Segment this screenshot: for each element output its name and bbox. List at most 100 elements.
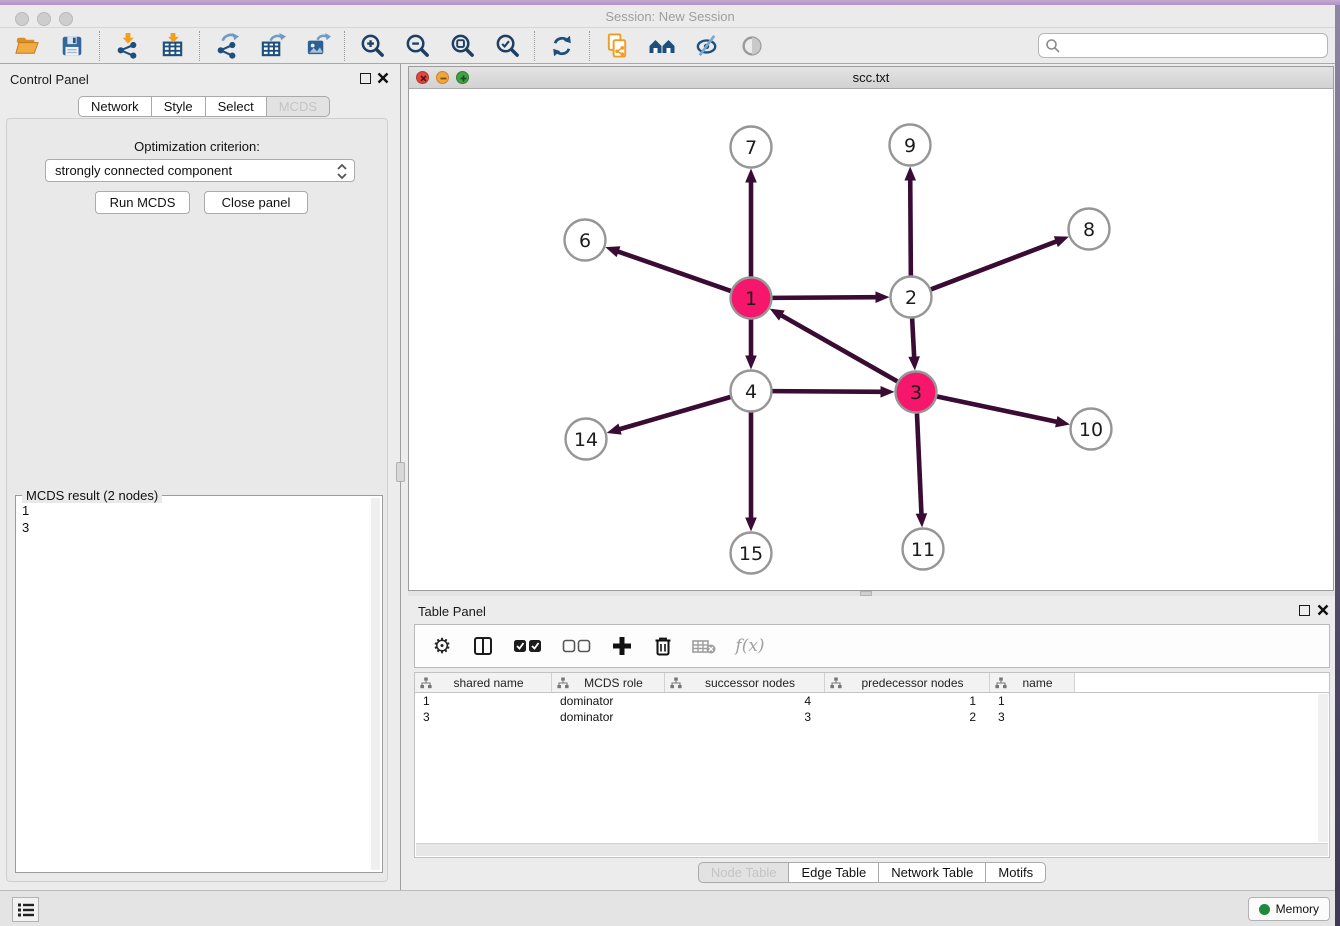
edge-2-8[interactable] xyxy=(931,241,1058,289)
node-label-15: 15 xyxy=(739,543,763,565)
criterion-dropdown[interactable]: strongly connected component xyxy=(45,159,355,182)
table-cell[interactable]: dominator xyxy=(552,694,665,708)
table-cell[interactable]: 3 xyxy=(990,710,1075,724)
node-label-10: 10 xyxy=(1079,419,1103,441)
select-all-columns-button[interactable] xyxy=(511,633,545,659)
column-header-predecessor-nodes[interactable]: predecessor nodes xyxy=(825,673,990,692)
table-cell[interactable]: 3 xyxy=(665,710,825,724)
tab-node-table[interactable]: Node Table xyxy=(698,862,790,883)
criterion-value: strongly connected component xyxy=(55,163,232,178)
export-network-button[interactable] xyxy=(213,32,241,60)
column-header-successor-nodes[interactable]: successor nodes xyxy=(665,673,825,692)
save-session-button[interactable] xyxy=(58,32,86,60)
add-column-button[interactable] xyxy=(609,633,635,659)
delete-table-button[interactable] xyxy=(691,633,717,659)
edge-4-3[interactable] xyxy=(772,391,882,392)
edge-2-3[interactable] xyxy=(912,318,914,358)
edge-1-6[interactable] xyxy=(617,251,731,291)
pane-layout-button[interactable] xyxy=(470,633,496,659)
node-label-6: 6 xyxy=(579,230,591,252)
arrowhead-icon xyxy=(908,356,920,370)
mcds-result-title: MCDS result (2 nodes) xyxy=(22,488,162,503)
hierarchy-icon xyxy=(420,677,432,689)
table-vscrollbar[interactable] xyxy=(1318,694,1328,842)
network-canvas[interactable]: 1234678910111415 xyxy=(409,89,1333,590)
table-row[interactable]: 3dominator323 xyxy=(415,709,1329,725)
export-image-icon xyxy=(304,32,331,59)
import-table-button[interactable] xyxy=(158,32,186,60)
zoom-out-button[interactable] xyxy=(403,32,431,60)
mcds-result-text[interactable]: 1 3 xyxy=(18,502,370,870)
tab-mcds[interactable]: MCDS xyxy=(266,96,330,117)
column-header-MCDS-role[interactable]: MCDS role xyxy=(552,673,665,692)
open-session-button[interactable] xyxy=(13,32,41,60)
tab-motifs[interactable]: Motifs xyxy=(985,862,1046,883)
tab-network-table[interactable]: Network Table xyxy=(878,862,986,883)
zoom-fit-button[interactable] xyxy=(448,32,476,60)
mcds-panel: Optimization criterion: strongly connect… xyxy=(6,118,388,882)
desktop-edge-right xyxy=(1335,5,1340,926)
table-hscrollbar[interactable] xyxy=(416,843,1328,856)
tab-select[interactable]: Select xyxy=(205,96,267,117)
arrowhead-icon xyxy=(1055,416,1070,427)
table-tabs: Node Table Edge Table Network Table Moti… xyxy=(408,862,1336,883)
delete-table-icon xyxy=(692,637,716,655)
show-hidden-button[interactable] xyxy=(738,32,766,60)
import-network-button[interactable] xyxy=(113,32,141,60)
close-panel-button[interactable]: Close panel xyxy=(204,191,308,214)
table-cell[interactable]: 1 xyxy=(415,694,552,708)
trash-icon xyxy=(652,635,674,657)
close-panel-icon[interactable] xyxy=(377,72,389,84)
list-icon xyxy=(17,902,35,918)
eye-disabled-icon xyxy=(739,33,765,59)
tab-style[interactable]: Style xyxy=(151,96,206,117)
close-table-panel-icon[interactable] xyxy=(1317,604,1329,616)
table-cell[interactable]: 3 xyxy=(415,710,552,724)
float-table-panel-icon[interactable] xyxy=(1299,605,1310,616)
delete-columns-button[interactable] xyxy=(650,633,676,659)
float-panel-icon[interactable] xyxy=(360,73,371,84)
task-history-button[interactable] xyxy=(12,897,39,922)
column-header-shared-name[interactable]: shared name xyxy=(415,673,552,692)
gear-icon: ⚙ xyxy=(433,636,452,657)
edge-3-1[interactable] xyxy=(780,315,897,382)
column-header-name[interactable]: name xyxy=(990,673,1075,692)
table-row[interactable]: 1dominator411 xyxy=(415,693,1329,709)
search-input[interactable] xyxy=(1061,38,1327,53)
export-table-button[interactable] xyxy=(258,32,286,60)
control-panel-tabs: Network Style Select MCDS xyxy=(78,96,330,117)
run-mcds-button[interactable]: Run MCDS xyxy=(95,191,190,214)
zoom-in-button[interactable] xyxy=(358,32,386,60)
table-cell[interactable]: dominator xyxy=(552,710,665,724)
memory-button[interactable]: Memory xyxy=(1248,897,1330,921)
table-cell[interactable]: 2 xyxy=(825,710,990,724)
hide-selected-button[interactable] xyxy=(693,32,721,60)
edge-1-2[interactable] xyxy=(772,297,877,298)
export-image-button[interactable] xyxy=(303,32,331,60)
splitter-handle[interactable] xyxy=(396,462,405,482)
function-builder-button[interactable]: f(x) xyxy=(732,633,768,659)
zoom-selected-button[interactable] xyxy=(493,32,521,60)
search-field[interactable] xyxy=(1038,33,1328,58)
tab-network[interactable]: Network xyxy=(78,96,152,117)
first-neighbors-button[interactable] xyxy=(648,32,676,60)
edge-3-11[interactable] xyxy=(917,413,922,515)
unselect-all-columns-button[interactable] xyxy=(560,633,594,659)
vertical-splitter[interactable] xyxy=(392,64,408,890)
refresh-icon xyxy=(549,33,575,59)
result-scrollbar[interactable] xyxy=(371,498,380,870)
refresh-button[interactable] xyxy=(548,32,576,60)
node-label-4: 4 xyxy=(745,381,757,403)
status-bar: Memory xyxy=(0,890,1340,926)
duplicate-network-button[interactable] xyxy=(603,32,631,60)
table-cell[interactable]: 1 xyxy=(825,694,990,708)
table-cell[interactable]: 1 xyxy=(990,694,1075,708)
edge-4-14[interactable] xyxy=(618,397,730,430)
node-label-3: 3 xyxy=(910,382,922,404)
tab-edge-table[interactable]: Edge Table xyxy=(788,862,879,883)
table-cell[interactable]: 4 xyxy=(665,694,825,708)
edge-3-10[interactable] xyxy=(937,396,1058,422)
table-settings-button[interactable]: ⚙ xyxy=(429,633,455,659)
edge-2-9[interactable] xyxy=(910,178,911,275)
zoom-in-icon xyxy=(359,32,386,59)
